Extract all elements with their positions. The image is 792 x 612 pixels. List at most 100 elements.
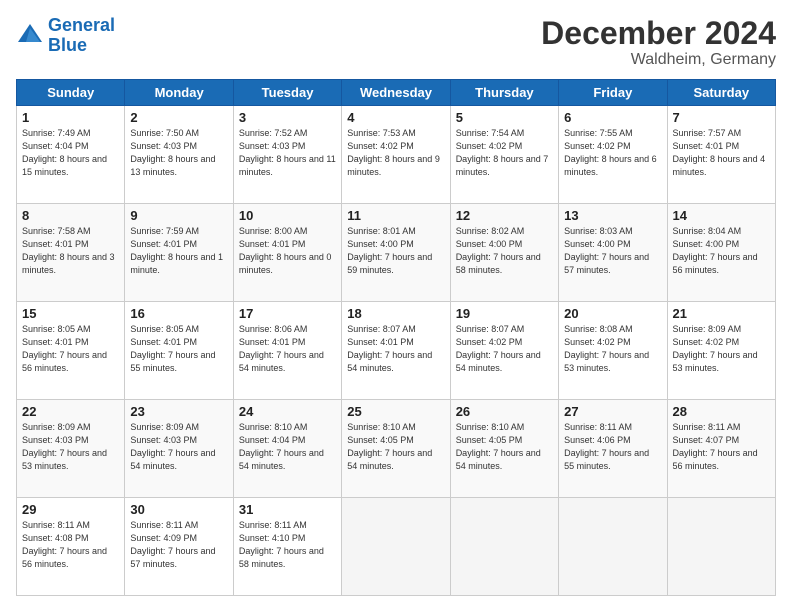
calendar-cell: 29 Sunrise: 8:11 AMSunset: 4:08 PMDaylig… [17,498,125,596]
logo: General Blue [16,16,115,56]
weekday-header-monday: Monday [125,80,233,106]
week-row-3: 15 Sunrise: 8:05 AMSunset: 4:01 PMDaylig… [17,302,776,400]
day-info: Sunrise: 8:05 AMSunset: 4:01 PMDaylight:… [22,323,119,375]
day-info: Sunrise: 8:11 AMSunset: 4:08 PMDaylight:… [22,519,119,571]
calendar-cell: 7 Sunrise: 7:57 AMSunset: 4:01 PMDayligh… [667,106,775,204]
calendar-cell: 27 Sunrise: 8:11 AMSunset: 4:06 PMDaylig… [559,400,667,498]
header: General Blue December 2024 Waldheim, Ger… [16,16,776,69]
day-info: Sunrise: 8:11 AMSunset: 4:09 PMDaylight:… [130,519,227,571]
week-row-1: 1 Sunrise: 7:49 AMSunset: 4:04 PMDayligh… [17,106,776,204]
day-number: 22 [22,404,119,419]
day-info: Sunrise: 8:07 AMSunset: 4:02 PMDaylight:… [456,323,553,375]
week-row-2: 8 Sunrise: 7:58 AMSunset: 4:01 PMDayligh… [17,204,776,302]
day-info: Sunrise: 8:10 AMSunset: 4:04 PMDaylight:… [239,421,336,473]
month-title: December 2024 [541,16,776,51]
logo-icon [16,22,44,50]
day-info: Sunrise: 8:05 AMSunset: 4:01 PMDaylight:… [130,323,227,375]
logo-line1: General [48,15,115,35]
day-number: 16 [130,306,227,321]
calendar-table: SundayMondayTuesdayWednesdayThursdayFrid… [16,79,776,596]
day-info: Sunrise: 8:10 AMSunset: 4:05 PMDaylight:… [456,421,553,473]
day-number: 17 [239,306,336,321]
calendar-cell: 31 Sunrise: 8:11 AMSunset: 4:10 PMDaylig… [233,498,341,596]
calendar-cell: 30 Sunrise: 8:11 AMSunset: 4:09 PMDaylig… [125,498,233,596]
calendar-cell: 24 Sunrise: 8:10 AMSunset: 4:04 PMDaylig… [233,400,341,498]
day-number: 3 [239,110,336,125]
calendar-cell: 14 Sunrise: 8:04 AMSunset: 4:00 PMDaylig… [667,204,775,302]
day-number: 19 [456,306,553,321]
day-number: 18 [347,306,444,321]
day-number: 2 [130,110,227,125]
day-info: Sunrise: 8:01 AMSunset: 4:00 PMDaylight:… [347,225,444,277]
calendar-cell: 1 Sunrise: 7:49 AMSunset: 4:04 PMDayligh… [17,106,125,204]
calendar-cell: 2 Sunrise: 7:50 AMSunset: 4:03 PMDayligh… [125,106,233,204]
day-number: 26 [456,404,553,419]
calendar-cell: 18 Sunrise: 8:07 AMSunset: 4:01 PMDaylig… [342,302,450,400]
day-info: Sunrise: 8:09 AMSunset: 4:02 PMDaylight:… [673,323,770,375]
logo-line2: Blue [48,36,115,56]
calendar-body: 1 Sunrise: 7:49 AMSunset: 4:04 PMDayligh… [17,106,776,596]
weekday-header-friday: Friday [559,80,667,106]
title-block: December 2024 Waldheim, Germany [541,16,776,69]
day-number: 31 [239,502,336,517]
day-number: 29 [22,502,119,517]
calendar-cell: 9 Sunrise: 7:59 AMSunset: 4:01 PMDayligh… [125,204,233,302]
day-info: Sunrise: 8:11 AMSunset: 4:06 PMDaylight:… [564,421,661,473]
calendar-cell: 19 Sunrise: 8:07 AMSunset: 4:02 PMDaylig… [450,302,558,400]
day-info: Sunrise: 7:54 AMSunset: 4:02 PMDaylight:… [456,127,553,179]
day-info: Sunrise: 7:58 AMSunset: 4:01 PMDaylight:… [22,225,119,277]
day-info: Sunrise: 8:11 AMSunset: 4:10 PMDaylight:… [239,519,336,571]
weekday-header-thursday: Thursday [450,80,558,106]
day-info: Sunrise: 7:49 AMSunset: 4:04 PMDaylight:… [22,127,119,179]
calendar-cell: 13 Sunrise: 8:03 AMSunset: 4:00 PMDaylig… [559,204,667,302]
weekday-header-tuesday: Tuesday [233,80,341,106]
day-info: Sunrise: 8:00 AMSunset: 4:01 PMDaylight:… [239,225,336,277]
day-info: Sunrise: 7:50 AMSunset: 4:03 PMDaylight:… [130,127,227,179]
day-number: 30 [130,502,227,517]
calendar-cell [559,498,667,596]
day-info: Sunrise: 7:57 AMSunset: 4:01 PMDaylight:… [673,127,770,179]
day-number: 14 [673,208,770,223]
day-number: 13 [564,208,661,223]
calendar-cell [450,498,558,596]
weekday-header-sunday: Sunday [17,80,125,106]
day-info: Sunrise: 8:06 AMSunset: 4:01 PMDaylight:… [239,323,336,375]
day-info: Sunrise: 7:55 AMSunset: 4:02 PMDaylight:… [564,127,661,179]
day-info: Sunrise: 7:53 AMSunset: 4:02 PMDaylight:… [347,127,444,179]
day-number: 23 [130,404,227,419]
calendar-cell: 28 Sunrise: 8:11 AMSunset: 4:07 PMDaylig… [667,400,775,498]
logo-text: General Blue [48,16,115,56]
day-number: 9 [130,208,227,223]
calendar-cell: 23 Sunrise: 8:09 AMSunset: 4:03 PMDaylig… [125,400,233,498]
calendar-cell [667,498,775,596]
day-number: 24 [239,404,336,419]
day-number: 1 [22,110,119,125]
day-info: Sunrise: 8:07 AMSunset: 4:01 PMDaylight:… [347,323,444,375]
calendar-cell: 17 Sunrise: 8:06 AMSunset: 4:01 PMDaylig… [233,302,341,400]
calendar-cell: 20 Sunrise: 8:08 AMSunset: 4:02 PMDaylig… [559,302,667,400]
calendar-cell: 22 Sunrise: 8:09 AMSunset: 4:03 PMDaylig… [17,400,125,498]
week-row-5: 29 Sunrise: 8:11 AMSunset: 4:08 PMDaylig… [17,498,776,596]
day-info: Sunrise: 8:08 AMSunset: 4:02 PMDaylight:… [564,323,661,375]
day-number: 12 [456,208,553,223]
calendar-cell: 16 Sunrise: 8:05 AMSunset: 4:01 PMDaylig… [125,302,233,400]
location: Waldheim, Germany [541,51,776,69]
day-number: 25 [347,404,444,419]
day-number: 4 [347,110,444,125]
day-number: 20 [564,306,661,321]
calendar-cell: 11 Sunrise: 8:01 AMSunset: 4:00 PMDaylig… [342,204,450,302]
day-info: Sunrise: 8:11 AMSunset: 4:07 PMDaylight:… [673,421,770,473]
calendar-cell: 5 Sunrise: 7:54 AMSunset: 4:02 PMDayligh… [450,106,558,204]
calendar-cell: 25 Sunrise: 8:10 AMSunset: 4:05 PMDaylig… [342,400,450,498]
day-number: 15 [22,306,119,321]
day-info: Sunrise: 8:03 AMSunset: 4:00 PMDaylight:… [564,225,661,277]
weekday-header-saturday: Saturday [667,80,775,106]
calendar-cell: 21 Sunrise: 8:09 AMSunset: 4:02 PMDaylig… [667,302,775,400]
day-number: 5 [456,110,553,125]
day-info: Sunrise: 8:02 AMSunset: 4:00 PMDaylight:… [456,225,553,277]
day-info: Sunrise: 8:10 AMSunset: 4:05 PMDaylight:… [347,421,444,473]
day-info: Sunrise: 7:52 AMSunset: 4:03 PMDaylight:… [239,127,336,179]
day-number: 7 [673,110,770,125]
calendar-cell: 8 Sunrise: 7:58 AMSunset: 4:01 PMDayligh… [17,204,125,302]
weekday-header-row: SundayMondayTuesdayWednesdayThursdayFrid… [17,80,776,106]
